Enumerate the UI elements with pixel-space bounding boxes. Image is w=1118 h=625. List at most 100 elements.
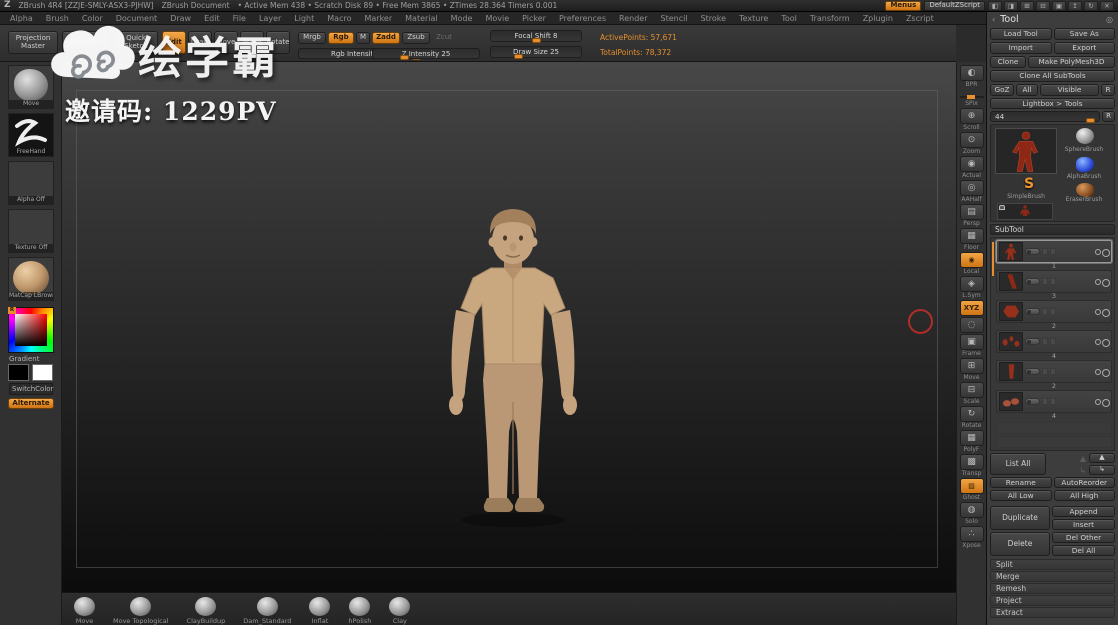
scroll-hand-icon[interactable]: ⊕ Scroll	[958, 108, 986, 131]
tray-brush-inflat[interactable]: Inflat	[309, 597, 331, 625]
menu-file[interactable]: File	[233, 14, 246, 23]
make-polymesh3d-button[interactable]: Make PolyMesh3D	[1028, 56, 1115, 68]
menu-zscript[interactable]: Zscript	[906, 14, 934, 23]
tool-thumbnail-size-slider[interactable]: 44	[990, 111, 1100, 123]
subtool-row[interactable]	[996, 240, 1112, 263]
menu-stencil[interactable]: Stencil	[661, 14, 688, 23]
light-box-button[interactable]: Light Box	[62, 31, 110, 54]
xyz-axis-icon[interactable]: XYZ	[958, 300, 986, 316]
tray-brush-move-topological[interactable]: Move Topological	[113, 597, 169, 625]
current-stroke-selector[interactable]: FreeHand	[8, 113, 54, 157]
menu-layer[interactable]: Layer	[259, 14, 281, 23]
gyro-icon[interactable]: ◌	[958, 317, 986, 333]
zadd-button[interactable]: Zadd	[372, 32, 400, 44]
ghost-icon[interactable]: ▨ Ghost	[958, 478, 986, 501]
subtool-scroll-indicator[interactable]	[992, 242, 994, 276]
mrgb-button[interactable]: Mrgb	[298, 32, 326, 44]
goz-button[interactable]: GoZ	[990, 84, 1014, 96]
split-left-icon[interactable]: ◧	[988, 0, 1002, 11]
rotate-gizmo-icon[interactable]: ↻ Rotate	[958, 406, 986, 429]
subtool-row[interactable]	[996, 390, 1112, 413]
main-color-swatch[interactable]	[8, 364, 29, 381]
delete-button[interactable]: Delete	[990, 532, 1050, 556]
polyframe-icon[interactable]: ▦ PolyF	[958, 430, 986, 453]
export-button[interactable]: Export	[1053, 42, 1115, 54]
subtool-visibility-icon[interactable]	[1095, 368, 1110, 377]
solo-icon[interactable]: ◍ Solo	[958, 502, 986, 525]
draw-button[interactable]: Draw	[188, 31, 212, 54]
menu-color[interactable]: Color	[82, 14, 103, 23]
subtool-section-header[interactable]: SubTool	[990, 224, 1115, 235]
tray-brush-dam-standard[interactable]: Dam_Standard	[243, 597, 291, 625]
subtool-paint-icon[interactable]	[1042, 248, 1048, 255]
append-button[interactable]: Append	[1052, 506, 1115, 517]
transparency-icon[interactable]: ▩ Transp	[958, 454, 986, 477]
spix-slider[interactable]: SPix	[958, 89, 986, 107]
clone-button[interactable]: Clone	[990, 56, 1026, 68]
menu-light[interactable]: Light	[294, 14, 314, 23]
rotate-button[interactable]: Rotate	[266, 31, 290, 54]
export-window-icon[interactable]: ↥	[1068, 0, 1082, 11]
subtool-down-button[interactable]: ↳	[1089, 465, 1115, 475]
auto-reorder-button[interactable]: AutoReorder	[1053, 477, 1115, 488]
menu-tool[interactable]: Tool	[781, 14, 797, 23]
subtool-visibility-icon[interactable]	[1095, 248, 1110, 257]
bpr-render-icon[interactable]: ◐ BPR	[958, 65, 986, 88]
del-all-button[interactable]: Del All	[1052, 545, 1115, 556]
subtool-sculpt-icon[interactable]	[1050, 398, 1056, 405]
section-extract[interactable]: Extract	[990, 607, 1115, 618]
subtool-visibility-icon[interactable]	[1095, 398, 1110, 407]
alpha-tool-icon[interactable]	[1073, 155, 1097, 173]
split-right-icon[interactable]: ◨	[1004, 0, 1018, 11]
rgb-button[interactable]: Rgb	[328, 32, 354, 44]
menus-button[interactable]: Menus	[885, 0, 922, 11]
goz-visible-button[interactable]: Visible	[1040, 84, 1099, 96]
current-alpha-selector[interactable]: Alpha Off	[8, 161, 54, 205]
z-intensity-slider[interactable]: Z Intensity 25	[372, 48, 480, 60]
subtool-toggle[interactable]	[1025, 278, 1040, 285]
subtool-toggle[interactable]	[1025, 338, 1040, 345]
menu-mode[interactable]: Mode	[451, 14, 473, 23]
actual-size-icon[interactable]: ◉ Actual	[958, 156, 986, 179]
section-merge[interactable]: Merge	[990, 571, 1115, 582]
menu-marker[interactable]: Marker	[364, 14, 392, 23]
panel-layout-icon[interactable]: ⊟	[1036, 0, 1050, 11]
tool-palette-header[interactable]: ‹ Tool ◎	[987, 12, 1118, 27]
menu-texture[interactable]: Texture	[739, 14, 768, 23]
floor-grid-icon[interactable]: ▦ Floor	[958, 228, 986, 251]
scale-gizmo-icon[interactable]: ⊟ Scale	[958, 382, 986, 405]
tray-brush-move[interactable]: Move	[74, 597, 95, 625]
subtool-toggle[interactable]	[1025, 368, 1040, 375]
tray-brush-claybuildup[interactable]: ClayBuildup	[187, 597, 225, 625]
menu-transform[interactable]: Transform	[810, 14, 850, 23]
draw-size-slider[interactable]: Draw Size 25	[490, 46, 582, 59]
all-high-button[interactable]: All High	[1053, 490, 1115, 501]
subtool-toggle[interactable]	[1025, 308, 1040, 315]
subtool-paint-icon[interactable]	[1042, 338, 1048, 345]
rename-button[interactable]: Rename	[990, 477, 1052, 488]
del-other-button[interactable]: Del Other	[1052, 532, 1115, 543]
menu-document[interactable]: Document	[116, 14, 157, 23]
projection-master-button[interactable]: Projection Master	[8, 31, 58, 54]
duplicate-button[interactable]: Duplicate	[990, 506, 1050, 530]
alternate-button[interactable]: Alternate	[8, 398, 54, 409]
tool-slider-r-button[interactable]: R	[1102, 111, 1115, 122]
menu-edit[interactable]: Edit	[204, 14, 220, 23]
quick-sketch-button[interactable]: Quick Sketch	[114, 31, 158, 54]
menu-zplugin[interactable]: Zplugin	[863, 14, 893, 23]
tray-brush-clay[interactable]: Clay	[389, 597, 411, 625]
lightbox-tools-button[interactable]: Lightbox > Tools	[990, 98, 1115, 109]
section-remesh[interactable]: Remesh	[990, 583, 1115, 594]
goz-r-button[interactable]: R	[1101, 84, 1115, 96]
scale-button[interactable]: Scale	[240, 31, 264, 54]
zcut-button[interactable]: Zcut	[432, 32, 456, 44]
load-tool-button[interactable]: Load Tool	[990, 28, 1052, 40]
m-button[interactable]: M	[356, 32, 370, 44]
palette-collapse-icon[interactable]: ‹	[992, 15, 995, 24]
refresh-icon[interactable]: ↻	[1084, 0, 1098, 11]
tray-brush-hpolish[interactable]: hPolish	[348, 597, 371, 625]
local-pivot-icon[interactable]: ◉ Local	[958, 252, 986, 275]
subtool-visibility-icon[interactable]	[1095, 338, 1110, 347]
frame-icon[interactable]: ▣ Frame	[958, 334, 986, 357]
import-button[interactable]: Import	[990, 42, 1052, 54]
